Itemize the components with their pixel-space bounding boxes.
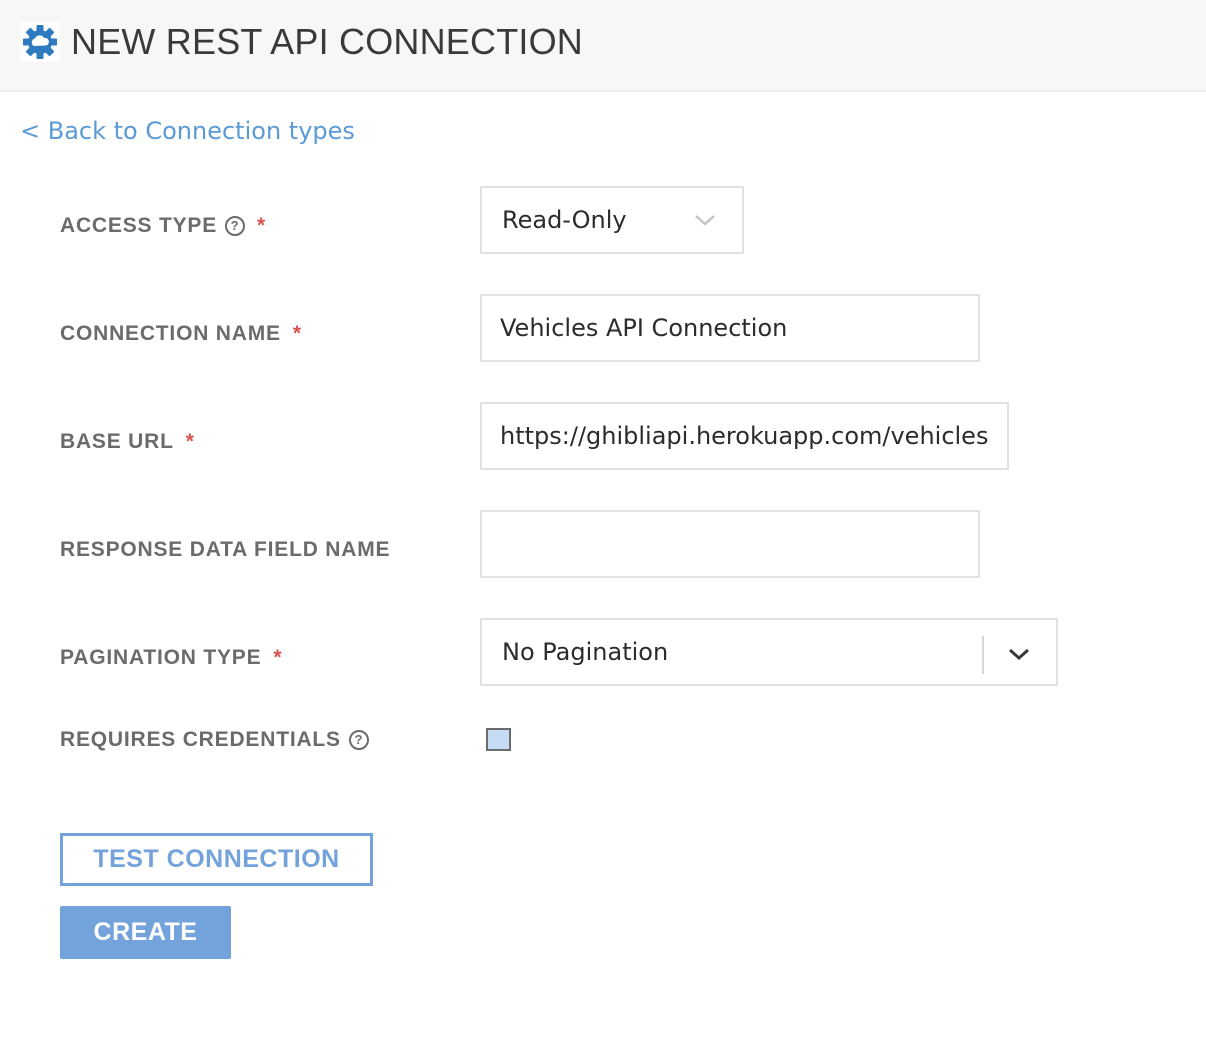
- page-header: NEW REST API CONNECTION: [0, 0, 1206, 92]
- chevron-down-icon: [695, 215, 715, 226]
- pagination-type-select[interactable]: No Pagination: [480, 618, 1058, 686]
- pagination-type-label-text: PAGINATION TYPE: [60, 646, 262, 669]
- access-type-value: Read-Only: [502, 206, 627, 234]
- connection-name-input[interactable]: Vehicles API Connection: [480, 294, 980, 362]
- required-marker: *: [257, 214, 266, 237]
- connection-name-label: CONNECTION NAME *: [60, 321, 302, 347]
- response-data-field-name-label: RESPONSE DATA FIELD NAME: [60, 537, 390, 563]
- connection-name-label-text: CONNECTION NAME: [60, 322, 281, 345]
- required-marker: *: [273, 646, 283, 669]
- access-type-label: ACCESS TYPE ? *: [60, 213, 266, 239]
- response-data-field-name-label-text: RESPONSE DATA FIELD NAME: [60, 538, 391, 561]
- create-button[interactable]: CREATE: [60, 906, 231, 959]
- base-url-input[interactable]: https://ghibliapi.herokuapp.com/vehicles: [480, 402, 1009, 470]
- access-type-label-text: ACCESS TYPE: [60, 214, 217, 237]
- chevron-down-icon: [1009, 648, 1029, 661]
- base-url-label-text: BASE URL: [60, 430, 174, 453]
- requires-credentials-label-text: REQUIRES CREDENTIALS: [60, 728, 341, 751]
- pagination-type-value: No Pagination: [502, 638, 669, 666]
- base-url-value: https://ghibliapi.herokuapp.com/vehicles: [500, 422, 989, 450]
- requires-credentials-checkbox[interactable]: [486, 728, 511, 751]
- required-marker: *: [292, 322, 302, 345]
- connection-name-value: Vehicles API Connection: [500, 314, 788, 342]
- back-to-connection-types-link[interactable]: < Back to Connection types: [20, 116, 355, 146]
- pagination-type-label: PAGINATION TYPE *: [60, 645, 282, 671]
- test-connection-button[interactable]: TEST CONNECTION: [60, 833, 373, 886]
- help-icon[interactable]: ?: [348, 730, 369, 750]
- page-title: NEW REST API CONNECTION: [71, 21, 583, 62]
- base-url-label: BASE URL *: [60, 429, 195, 455]
- access-type-select[interactable]: Read-Only: [480, 186, 744, 254]
- requires-credentials-label: REQUIRES CREDENTIALS ?: [60, 727, 369, 753]
- gear-cloud-icon: [20, 22, 60, 62]
- help-icon[interactable]: ?: [225, 216, 245, 236]
- response-data-field-name-input[interactable]: [480, 510, 980, 578]
- select-divider: [982, 636, 984, 674]
- required-marker: *: [185, 430, 195, 453]
